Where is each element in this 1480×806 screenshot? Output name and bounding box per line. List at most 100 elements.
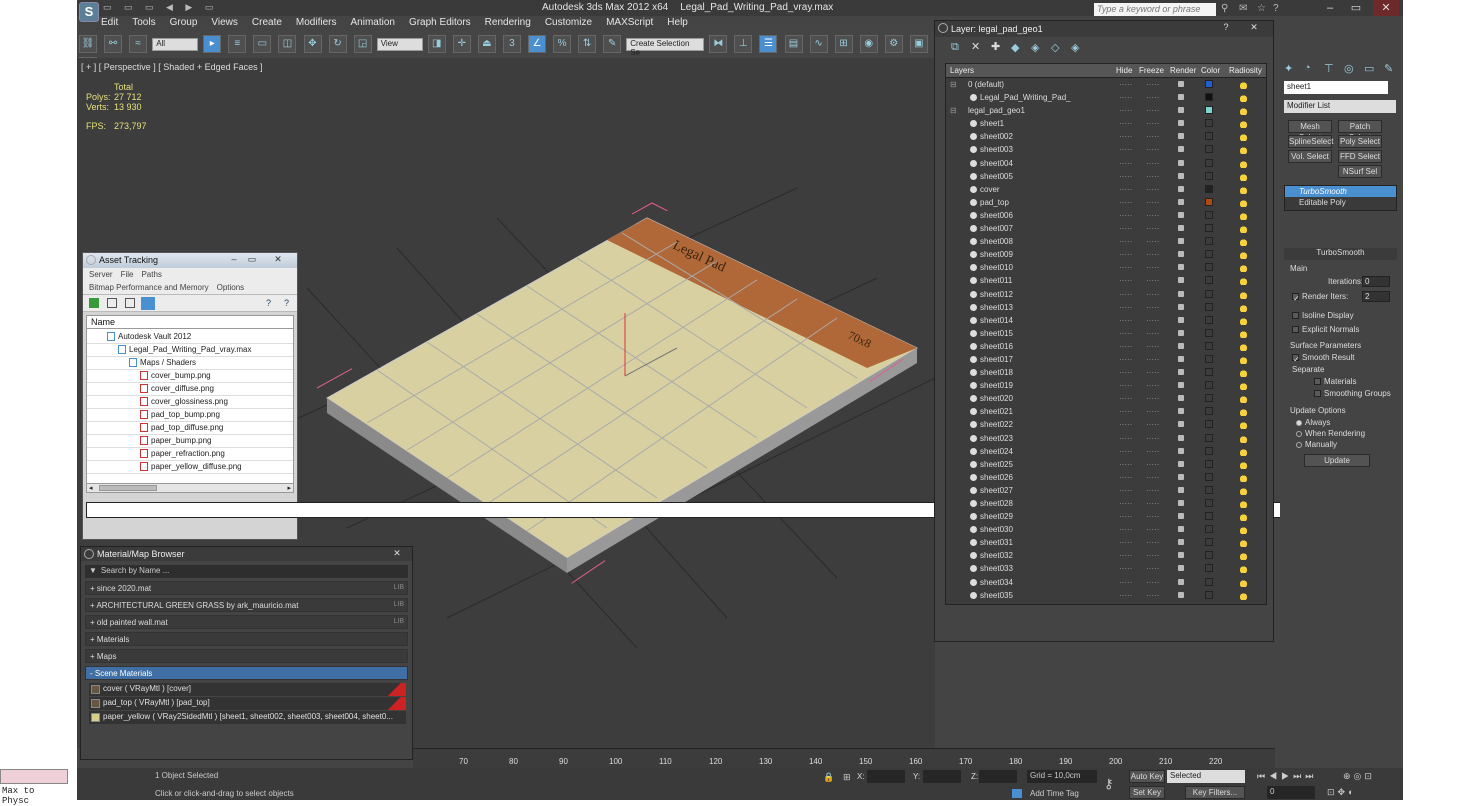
scale-icon[interactable]: ◲ xyxy=(353,35,372,53)
material-library-group[interactable]: + Maps xyxy=(85,649,408,663)
hide-toggle[interactable]: ····· xyxy=(1119,379,1132,392)
radiosity-icon[interactable] xyxy=(1238,131,1249,142)
selection-filter-select[interactable]: All xyxy=(152,38,199,51)
menu-tools[interactable]: Tools xyxy=(132,17,155,28)
minimize-button[interactable]: – xyxy=(1317,0,1343,16)
scene-material-item[interactable]: paper_yellow ( VRay2SidedMtl ) [sheet1, … xyxy=(89,711,406,724)
layer-color-swatch[interactable] xyxy=(1205,512,1213,521)
freeze-toggle[interactable]: ····· xyxy=(1146,510,1159,523)
layer-row[interactable]: sheet015 ····· ····· xyxy=(946,327,1266,340)
radiosity-icon[interactable] xyxy=(1238,327,1249,338)
radiosity-icon[interactable] xyxy=(1238,275,1249,286)
time-tag-icon[interactable] xyxy=(1012,789,1022,798)
freeze-toggle[interactable]: ····· xyxy=(1146,366,1159,379)
radiosity-icon[interactable] xyxy=(1238,445,1249,456)
layer-color-swatch[interactable] xyxy=(1205,538,1213,547)
radiosity-icon[interactable] xyxy=(1238,209,1249,220)
always-radio[interactable] xyxy=(1296,419,1302,426)
hide-toggle[interactable]: ····· xyxy=(1119,222,1132,235)
hide-toggle[interactable]: ····· xyxy=(1119,353,1132,366)
freeze-toggle[interactable]: ····· xyxy=(1146,392,1159,405)
layer-color-swatch[interactable] xyxy=(1205,93,1213,102)
layer-color-swatch[interactable] xyxy=(1205,433,1213,442)
manually-radio[interactable] xyxy=(1296,441,1302,448)
radiosity-icon[interactable] xyxy=(1238,118,1249,129)
layer-color-swatch[interactable] xyxy=(1205,289,1213,298)
auto-key-button[interactable]: Auto Key xyxy=(1129,770,1165,783)
radiosity-icon[interactable] xyxy=(1238,170,1249,181)
menu-customize[interactable]: Customize xyxy=(545,17,592,28)
hide-toggle[interactable]: ····· xyxy=(1119,130,1132,143)
radiosity-icon[interactable] xyxy=(1238,511,1249,522)
bind-space-warp-icon[interactable]: ≈ xyxy=(129,35,148,53)
material-library-group[interactable]: + old painted wall.mat LIB xyxy=(85,615,408,629)
layer-row[interactable]: sheet004 ····· ····· xyxy=(946,157,1266,170)
asset-maximize-button[interactable]: ▭ xyxy=(245,254,259,266)
render-toggle-icon[interactable] xyxy=(1178,120,1184,127)
hide-toggle[interactable]: ····· xyxy=(1119,78,1132,91)
asset-tree-row[interactable]: paper_refraction.png xyxy=(87,448,293,461)
radiosity-icon[interactable] xyxy=(1238,236,1249,247)
freeze-toggle[interactable]: ····· xyxy=(1146,78,1159,91)
layer-row[interactable]: sheet032 ····· ····· xyxy=(946,549,1266,562)
layer-color-swatch[interactable] xyxy=(1205,263,1213,272)
layer-row[interactable]: sheet026 ····· ····· xyxy=(946,471,1266,484)
menu-animation[interactable]: Animation xyxy=(350,17,394,28)
render-toggle-icon[interactable] xyxy=(1178,578,1184,585)
hide-toggle[interactable]: ····· xyxy=(1119,510,1132,523)
hide-toggle[interactable]: ····· xyxy=(1119,288,1132,301)
hide-toggle[interactable]: ····· xyxy=(1119,183,1132,196)
render-toggle-icon[interactable] xyxy=(1178,198,1184,205)
menu-modifiers[interactable]: Modifiers xyxy=(296,17,337,28)
freeze-toggle[interactable]: ····· xyxy=(1146,471,1159,484)
layer-close-button[interactable]: ✕ xyxy=(1247,22,1261,34)
layer-color-swatch[interactable] xyxy=(1205,394,1213,403)
key-mode-select[interactable]: Selected xyxy=(1167,770,1245,783)
layer-row[interactable]: sheet005 ····· ····· xyxy=(946,170,1266,183)
hide-toggle[interactable]: ····· xyxy=(1119,471,1132,484)
layer-row[interactable]: sheet024 ····· ····· xyxy=(946,445,1266,458)
rotate-icon[interactable]: ↻ xyxy=(328,35,347,53)
layer-color-swatch[interactable] xyxy=(1205,302,1213,311)
layer-color-swatch[interactable] xyxy=(1205,407,1213,416)
layer-color-swatch[interactable] xyxy=(1205,132,1213,141)
layer-row[interactable]: Legal_Pad_Writing_Pad_ ····· ····· xyxy=(946,91,1266,104)
modifier-button-splineselect[interactable]: SplineSelect xyxy=(1288,135,1333,148)
percent-snap-icon[interactable]: % xyxy=(553,35,572,53)
scene-materials-group[interactable]: - Scene Materials xyxy=(85,666,408,680)
smoothing-groups-checkbox[interactable] xyxy=(1314,390,1321,398)
layer-row[interactable]: cover ····· ····· xyxy=(946,183,1266,196)
modifier-button-nsurf-sel[interactable]: NSurf Sel xyxy=(1338,165,1382,178)
asset-menu-item[interactable]: Options xyxy=(217,283,245,292)
freeze-toggle[interactable]: ····· xyxy=(1146,235,1159,248)
asset-tree-row[interactable]: Autodesk Vault 2012 xyxy=(87,331,293,344)
radiosity-icon[interactable] xyxy=(1238,249,1249,260)
layer-color-swatch[interactable] xyxy=(1205,341,1213,350)
radiosity-icon[interactable] xyxy=(1238,484,1249,495)
name-column-header[interactable]: Name xyxy=(86,315,294,329)
layer-row[interactable]: sheet009 ····· ····· xyxy=(946,248,1266,261)
layer-row[interactable]: sheet030 ····· ····· xyxy=(946,523,1266,536)
render-toggle-icon[interactable] xyxy=(1178,565,1184,572)
layer-color-swatch[interactable] xyxy=(1205,210,1213,219)
render-toggle-icon[interactable] xyxy=(1178,552,1184,559)
layer-color-swatch[interactable] xyxy=(1205,250,1213,259)
layer-color-swatch[interactable] xyxy=(1205,459,1213,468)
modify-tab-icon[interactable]: ◔ xyxy=(1304,62,1311,74)
layer-color-swatch[interactable] xyxy=(1205,171,1213,180)
named-selection-set-select[interactable]: Create Selection Se xyxy=(626,38,705,57)
create-tab-icon[interactable]: ✦ xyxy=(1284,62,1293,75)
detail-view-icon[interactable] xyxy=(125,298,135,308)
layer-row[interactable]: sheet002 ····· ····· xyxy=(946,130,1266,143)
radiosity-icon[interactable] xyxy=(1238,340,1249,351)
hide-toggle[interactable]: ····· xyxy=(1119,445,1132,458)
snap-toggle-icon[interactable]: 3 xyxy=(502,35,521,53)
layer-color-swatch[interactable] xyxy=(1205,328,1213,337)
layer-color-swatch[interactable] xyxy=(1205,420,1213,429)
freeze-toggle[interactable]: ····· xyxy=(1146,353,1159,366)
render-toggle-icon[interactable] xyxy=(1178,526,1184,533)
freeze-toggle[interactable]: ····· xyxy=(1146,274,1159,287)
lock-selection-icon[interactable]: 🔒 xyxy=(823,772,834,783)
modifier-button-patch-select[interactable]: Patch Select xyxy=(1338,120,1382,142)
hide-toggle[interactable]: ····· xyxy=(1119,366,1132,379)
